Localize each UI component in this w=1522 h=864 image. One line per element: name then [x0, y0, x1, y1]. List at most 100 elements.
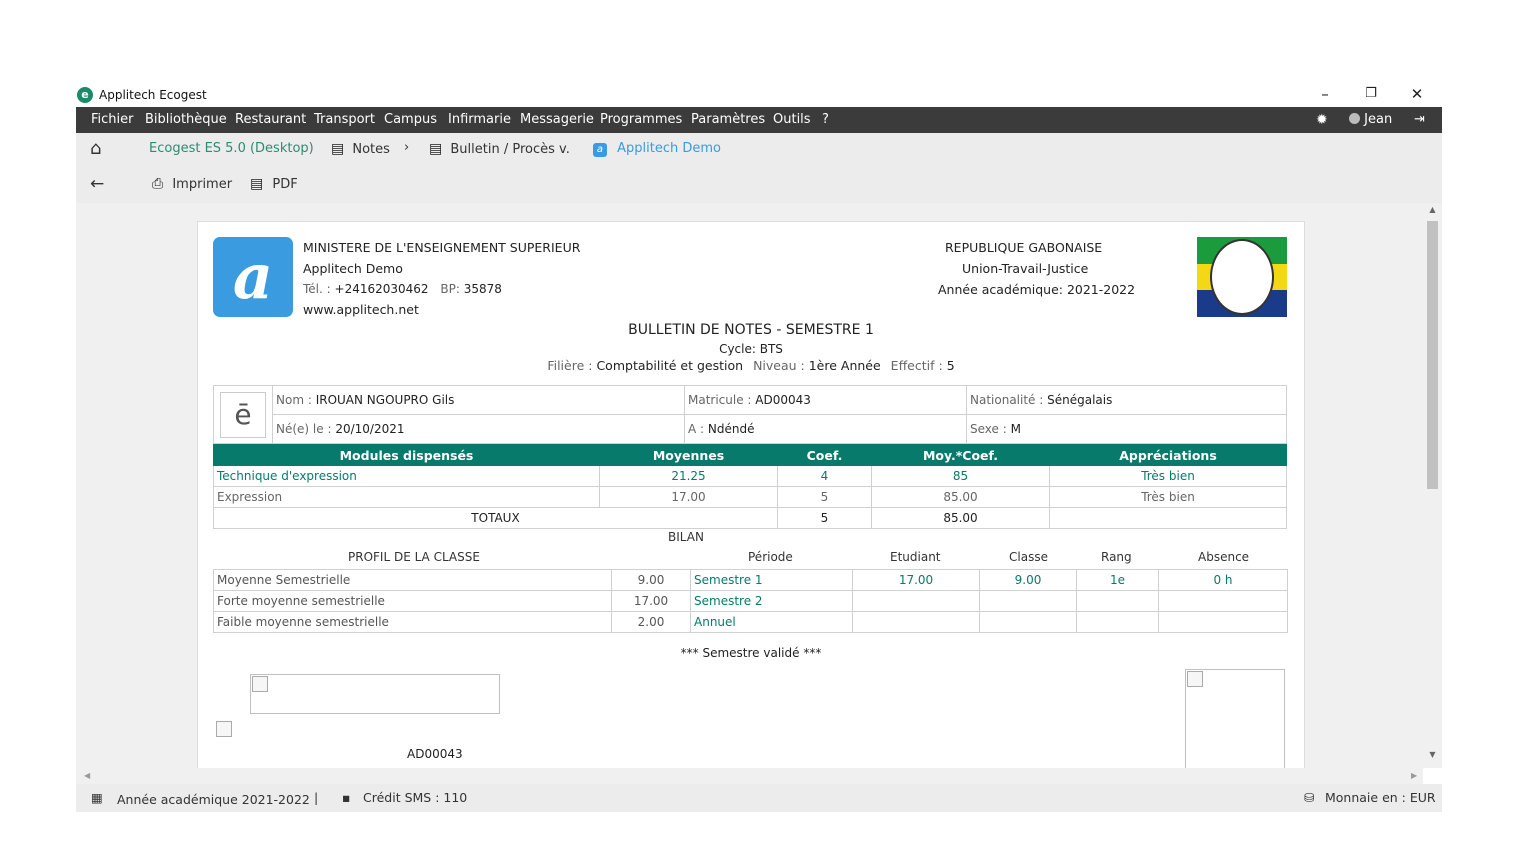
filiere-value: Comptabilité et gestion	[596, 358, 744, 373]
school-tab[interactable]: a Applitech Demo	[593, 141, 721, 157]
menu-programmes[interactable]: Programmes	[600, 112, 682, 127]
school-tab-label: Applitech Demo	[617, 141, 722, 156]
period-absence	[1158, 590, 1288, 612]
menu-parametres[interactable]: Paramètres	[691, 112, 765, 127]
table-row: Faible moyenne semestrielle 2.00 Annuel	[213, 611, 1288, 633]
a-label: A :	[688, 422, 705, 436]
profil-value: 9.00	[611, 569, 691, 591]
bilan-table: Moyenne Semestrielle 9.00 Semestre 1 17.…	[213, 569, 1288, 633]
filiere-label: Filière :	[547, 358, 593, 373]
module-coef: 4	[777, 465, 872, 487]
academic-year: Année académique: 2021-2022	[938, 282, 1136, 297]
menu-infirmarie[interactable]: Infirmarie	[448, 112, 511, 127]
toolbar: ⌂ Ecogest ES 5.0 (Desktop) ▤ Notes › ▤ B…	[76, 133, 1442, 203]
profil-label: Moyenne Semestrielle	[213, 569, 612, 591]
period-etudiant: 17.00	[852, 569, 980, 591]
close-button[interactable]: ✕	[1394, 84, 1440, 107]
user-name: Jean	[1364, 112, 1393, 127]
report-title: BULLETIN DE NOTES - SEMESTRE 1	[628, 322, 874, 338]
user-menu[interactable]: Jean	[1349, 112, 1392, 127]
menu-messagerie[interactable]: Messagerie	[520, 112, 594, 127]
horizontal-scrollbar[interactable]: ◀ ▶	[76, 768, 1423, 785]
totals-appreciation	[1049, 507, 1287, 529]
status-separator: |	[314, 790, 319, 805]
col-appreciations: Appréciations	[1049, 444, 1287, 466]
scroll-right-icon[interactable]: ▶	[1411, 771, 1417, 780]
print-button[interactable]: ⎙ Imprimer	[152, 176, 232, 192]
menu-restaurant[interactable]: Restaurant	[235, 112, 306, 127]
profil-label: Forte moyenne semestrielle	[213, 590, 612, 612]
profil-value: 17.00	[611, 590, 691, 612]
col-absence: Absence	[1198, 550, 1250, 564]
effectif-value: 5	[946, 358, 955, 373]
nationalite-cell: Nationalité : Sénégalais	[966, 385, 1287, 415]
period-classe	[979, 611, 1077, 633]
modules-table: Modules dispensés Moyennes Coef. Moy.*Co…	[213, 444, 1287, 529]
sexe-cell: Sexe : M	[966, 414, 1287, 444]
bp-value: 35878	[463, 282, 502, 296]
menu-bibliotheque[interactable]: Bibliothèque	[145, 112, 227, 127]
app-version-link[interactable]: Ecogest ES 5.0 (Desktop)	[149, 141, 314, 156]
module-name: Technique d'expression	[213, 465, 600, 487]
period-classe	[979, 590, 1077, 612]
matricule-cell: Matricule : AD00043	[684, 385, 967, 415]
scroll-left-icon[interactable]: ◀	[84, 771, 90, 780]
republic-name: REPUBLIQUE GABONAISE	[945, 240, 1103, 255]
title-bar: e Applitech Ecogest – ❐ ✕	[76, 84, 1442, 107]
tel-value: +24162030462	[334, 282, 429, 296]
menu-help[interactable]: ?	[822, 112, 829, 127]
seal-icon	[1210, 239, 1274, 315]
nom-label: Nom :	[276, 393, 312, 407]
menu-outils[interactable]: Outils	[773, 112, 811, 127]
col-moyennes: Moyennes	[599, 444, 778, 466]
barcode-text: AD00043	[407, 747, 463, 761]
period-etudiant	[852, 590, 980, 612]
home-icon[interactable]: ⌂	[90, 138, 101, 159]
col-classe: Classe	[1009, 550, 1048, 564]
student-name-cell: Nom : IROUAN NGOUPRO Gils	[272, 385, 685, 415]
back-arrow-icon[interactable]: ←	[90, 174, 104, 194]
school-name: Applitech Demo	[303, 261, 403, 276]
period-label: Semestre 1	[690, 569, 853, 591]
website: www.applitech.net	[303, 302, 419, 317]
totals-row: TOTAUX 5 85.00	[213, 507, 1287, 529]
barcode-image	[250, 674, 500, 714]
status-academic-year: Année académique 2021-2022	[117, 792, 310, 807]
menu-transport[interactable]: Transport	[314, 112, 375, 127]
scroll-up-icon[interactable]: ▲	[1423, 205, 1442, 214]
printer-icon: ⎙	[152, 176, 164, 192]
minimize-button[interactable]: –	[1302, 84, 1348, 107]
app-logo-icon: e	[77, 87, 93, 103]
totals-coef: 5	[777, 507, 872, 529]
menu-campus[interactable]: Campus	[384, 112, 437, 127]
breadcrumb-bulletin[interactable]: ▤ Bulletin / Procès v.	[429, 141, 570, 157]
profil-value: 2.00	[611, 611, 691, 633]
totals-moy-coef: 85.00	[871, 507, 1050, 529]
breadcrumb-notes[interactable]: ▤ Notes	[331, 141, 390, 157]
col-periode: Période	[748, 550, 793, 564]
status-bar: ▦ Année académique 2021-2022 | ▪ Crédit …	[76, 784, 1442, 812]
stamp-image	[1185, 669, 1285, 768]
col-rang: Rang	[1101, 550, 1132, 564]
logout-icon[interactable]: ⇥	[1414, 112, 1425, 127]
calendar-icon: ▦	[91, 790, 103, 805]
nationalite-label: Nationalité :	[970, 393, 1044, 407]
vertical-scrollbar[interactable]: ▲ ▼	[1423, 203, 1442, 768]
print-label: Imprimer	[172, 177, 233, 192]
pdf-button[interactable]: ▤ PDF	[250, 176, 298, 192]
profil-title: PROFIL DE LA CLASSE	[348, 550, 480, 564]
maximize-button[interactable]: ❐	[1348, 84, 1394, 107]
school-logo: a	[213, 237, 293, 317]
menu-fichier[interactable]: Fichier	[91, 112, 134, 127]
col-modules: Modules dispensés	[213, 444, 600, 466]
status-sms-credit: Crédit SMS : 110	[363, 790, 468, 805]
pdf-label: PDF	[272, 177, 298, 192]
scroll-down-icon[interactable]: ▼	[1423, 750, 1442, 759]
bug-icon[interactable]: ✹	[1316, 112, 1328, 128]
period-label: Annuel	[690, 611, 853, 633]
scrollbar-thumb[interactable]	[1427, 221, 1438, 489]
ne-value: 20/10/2021	[335, 422, 405, 436]
bilan-title: BILAN	[668, 530, 704, 544]
col-coef: Coef.	[777, 444, 872, 466]
breadcrumb-bulletin-label: Bulletin / Procès v.	[450, 142, 570, 157]
